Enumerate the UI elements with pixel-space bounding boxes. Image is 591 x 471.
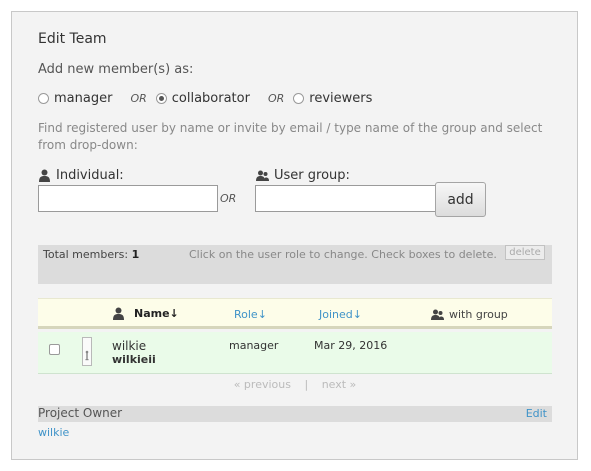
delete-button[interactable]: delete [505,245,545,260]
project-owner-title: Project Owner [38,406,123,420]
th-joined[interactable]: Joined↓ [319,308,362,321]
pager-previous[interactable]: « previous [234,378,291,391]
row-checkbox[interactable] [49,344,60,355]
member-role[interactable]: manager [229,339,278,352]
radio-collaborator-label[interactable]: collaborator [172,91,250,106]
user-group-icon [256,170,269,181]
panel-title: Edit Team [38,31,107,47]
th-name-label[interactable]: Name↓ [134,307,179,320]
project-owner-bar: Project Owner Edit [38,406,552,422]
th-name[interactable]: Name↓ [112,307,179,320]
table-row: wilkie wilkieii manager Mar 29, 2016 [38,332,552,374]
pager-next[interactable]: next » [322,378,357,391]
user-group-label: User group: [256,168,350,183]
individual-label: Individual: [38,168,124,183]
avatar [82,337,92,366]
th-role[interactable]: Role↓ [234,308,267,321]
or-label: OR [220,192,237,205]
members-hint: Click on the user role to change. Check … [189,248,497,261]
avatar-figure-icon [85,350,89,361]
total-members-count: 1 [131,248,140,261]
owner-name-link[interactable]: wilkie [38,426,69,439]
radio-manager[interactable] [38,93,49,104]
members-table-header: Name↓ Role↓ Joined↓ with group [38,298,552,329]
total-members-label: Total members: [43,248,129,261]
individual-label-text: Individual: [56,168,124,183]
user-icon [113,307,124,320]
pager: « previous | next » [38,378,552,391]
user-icon [39,169,50,182]
members-toolbar: Total members: 1 Click on the user role … [38,245,552,284]
member-joined: Mar 29, 2016 [314,339,388,352]
add-button[interactable]: add [435,182,486,217]
pager-separator: | [304,378,309,391]
radio-manager-label[interactable]: manager [54,91,112,106]
add-as-label: Add new member(s) as: [38,62,194,77]
or-label: OR [267,92,285,105]
radio-collaborator[interactable] [155,93,167,104]
th-group-label: with group [449,308,508,321]
th-group: with group [431,308,508,321]
total-members: Total members: 1 [43,248,139,261]
member-username: wilkieii [112,353,156,366]
radio-reviewers-label[interactable]: reviewers [309,91,372,106]
user-group-label-text: User group: [274,168,350,183]
role-radio-group: manager OR collaborator OR reviewers [38,91,372,106]
or-label: OR [130,92,147,105]
edit-team-panel: Edit Team Add new member(s) as: manager … [11,11,578,460]
individual-input[interactable] [38,185,218,212]
user-group-input[interactable] [255,185,436,212]
radio-reviewers[interactable] [293,93,305,104]
owner-edit-link[interactable]: Edit [526,407,547,420]
member-name[interactable]: wilkie [112,339,146,353]
help-text: Find registered user by name or invite b… [38,121,543,152]
user-group-icon [431,309,444,320]
